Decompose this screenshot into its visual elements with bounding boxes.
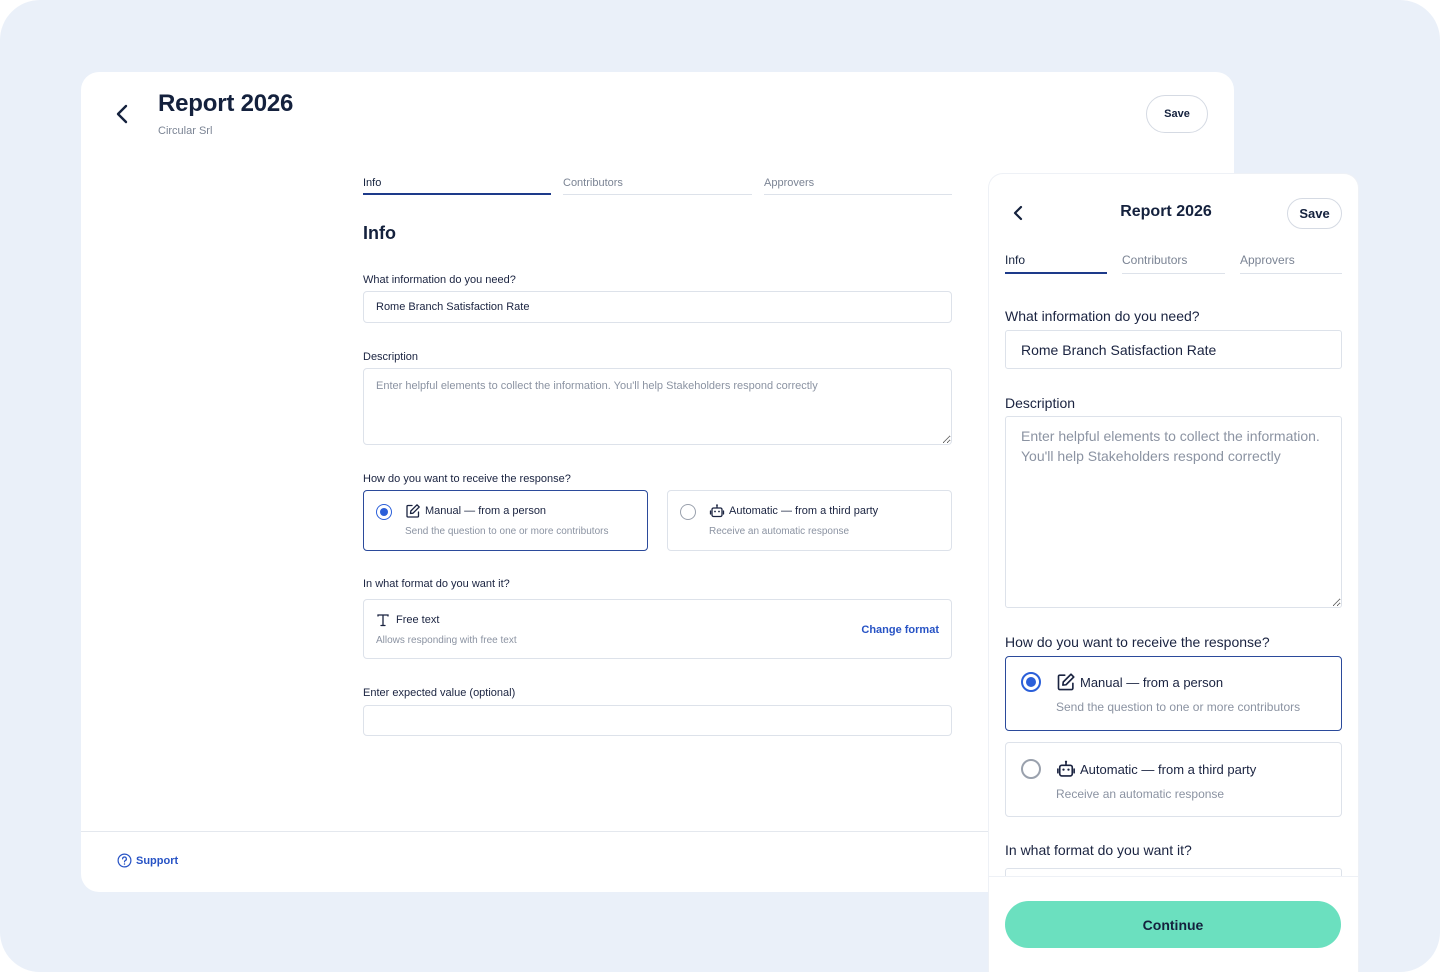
manual-option-subtitle: Send the question to one or more contrib… — [405, 526, 609, 537]
support-link[interactable]: Support — [117, 853, 178, 868]
save-button[interactable]: Save — [1146, 95, 1208, 133]
question-label: What information do you need? — [1005, 308, 1200, 324]
expected-value-input[interactable] — [363, 705, 952, 736]
format-box: Free text Allows responding with free te… — [363, 599, 952, 659]
automatic-option-subtitle: Receive an automatic response — [1056, 787, 1225, 801]
save-button[interactable]: Save — [1287, 198, 1342, 229]
format-subtitle: Allows responding with free text — [376, 635, 517, 646]
tab-contributors[interactable]: Contributors — [1122, 253, 1225, 274]
company-name: Circular Srl — [158, 125, 213, 137]
expected-value-label: Enter expected value (optional) — [363, 687, 516, 699]
bottom-action-bar: Continue — [989, 876, 1358, 972]
format-title: Free text — [396, 614, 440, 626]
automatic-option-subtitle: Receive an automatic response — [709, 526, 850, 537]
tab-info[interactable]: Info — [1005, 253, 1107, 274]
automatic-option[interactable]: Automatic — from a third party Receive a… — [1005, 742, 1342, 817]
question-label: What information do you need? — [363, 274, 516, 286]
support-label: Support — [136, 854, 179, 867]
response-label: How do you want to receive the response? — [1005, 634, 1270, 650]
robot-icon — [1057, 760, 1075, 777]
edit-icon — [406, 504, 420, 518]
tab-bar: Info Contributors Approvers — [363, 177, 952, 195]
description-textarea[interactable] — [1005, 416, 1342, 608]
automatic-radio[interactable] — [1021, 759, 1041, 779]
tab-approvers[interactable]: Approvers — [1240, 253, 1342, 274]
text-format-icon — [377, 614, 389, 627]
manual-option-title: Manual — from a person — [425, 505, 547, 517]
description-label: Description — [363, 351, 419, 363]
manual-option-subtitle: Send the question to one or more contrib… — [1056, 700, 1301, 714]
robot-icon — [709, 504, 725, 518]
automatic-radio[interactable] — [680, 504, 696, 520]
continue-button[interactable]: Continue — [1005, 901, 1341, 948]
description-textarea[interactable] — [363, 368, 952, 445]
help-circle-icon — [117, 853, 132, 868]
format-label: In what format do you want it? — [363, 578, 510, 590]
tab-approvers[interactable]: Approvers — [764, 177, 952, 195]
description-label: Description — [1005, 395, 1076, 411]
edit-icon — [1057, 673, 1075, 691]
back-arrow-icon[interactable] — [111, 102, 135, 126]
mobile-view: Report 2026 Save Info Contributors Appro… — [989, 174, 1358, 972]
manual-option[interactable]: Manual — from a person Send the question… — [1005, 656, 1342, 731]
manual-option[interactable]: Manual — from a person Send the question… — [363, 490, 648, 551]
manual-radio[interactable] — [376, 504, 392, 520]
automatic-option[interactable]: Automatic — from a third party Receive a… — [667, 490, 952, 551]
question-input[interactable] — [363, 291, 952, 323]
tab-bar: Info Contributors Approvers — [1005, 253, 1342, 274]
question-input[interactable] — [1005, 330, 1342, 369]
tab-info[interactable]: Info — [363, 177, 551, 195]
automatic-option-title: Automatic — from a third party — [1080, 762, 1257, 777]
manual-radio[interactable] — [1021, 672, 1041, 692]
page-title: Report 2026 — [158, 90, 294, 117]
tab-contributors[interactable]: Contributors — [563, 177, 752, 195]
manual-option-title: Manual — from a person — [1080, 675, 1224, 690]
format-label: In what format do you want it? — [1005, 842, 1192, 858]
response-label: How do you want to receive the response? — [363, 473, 571, 485]
section-title: Info — [363, 223, 396, 243]
change-format-link[interactable]: Change format — [861, 624, 939, 636]
automatic-option-title: Automatic — from a third party — [729, 505, 879, 517]
